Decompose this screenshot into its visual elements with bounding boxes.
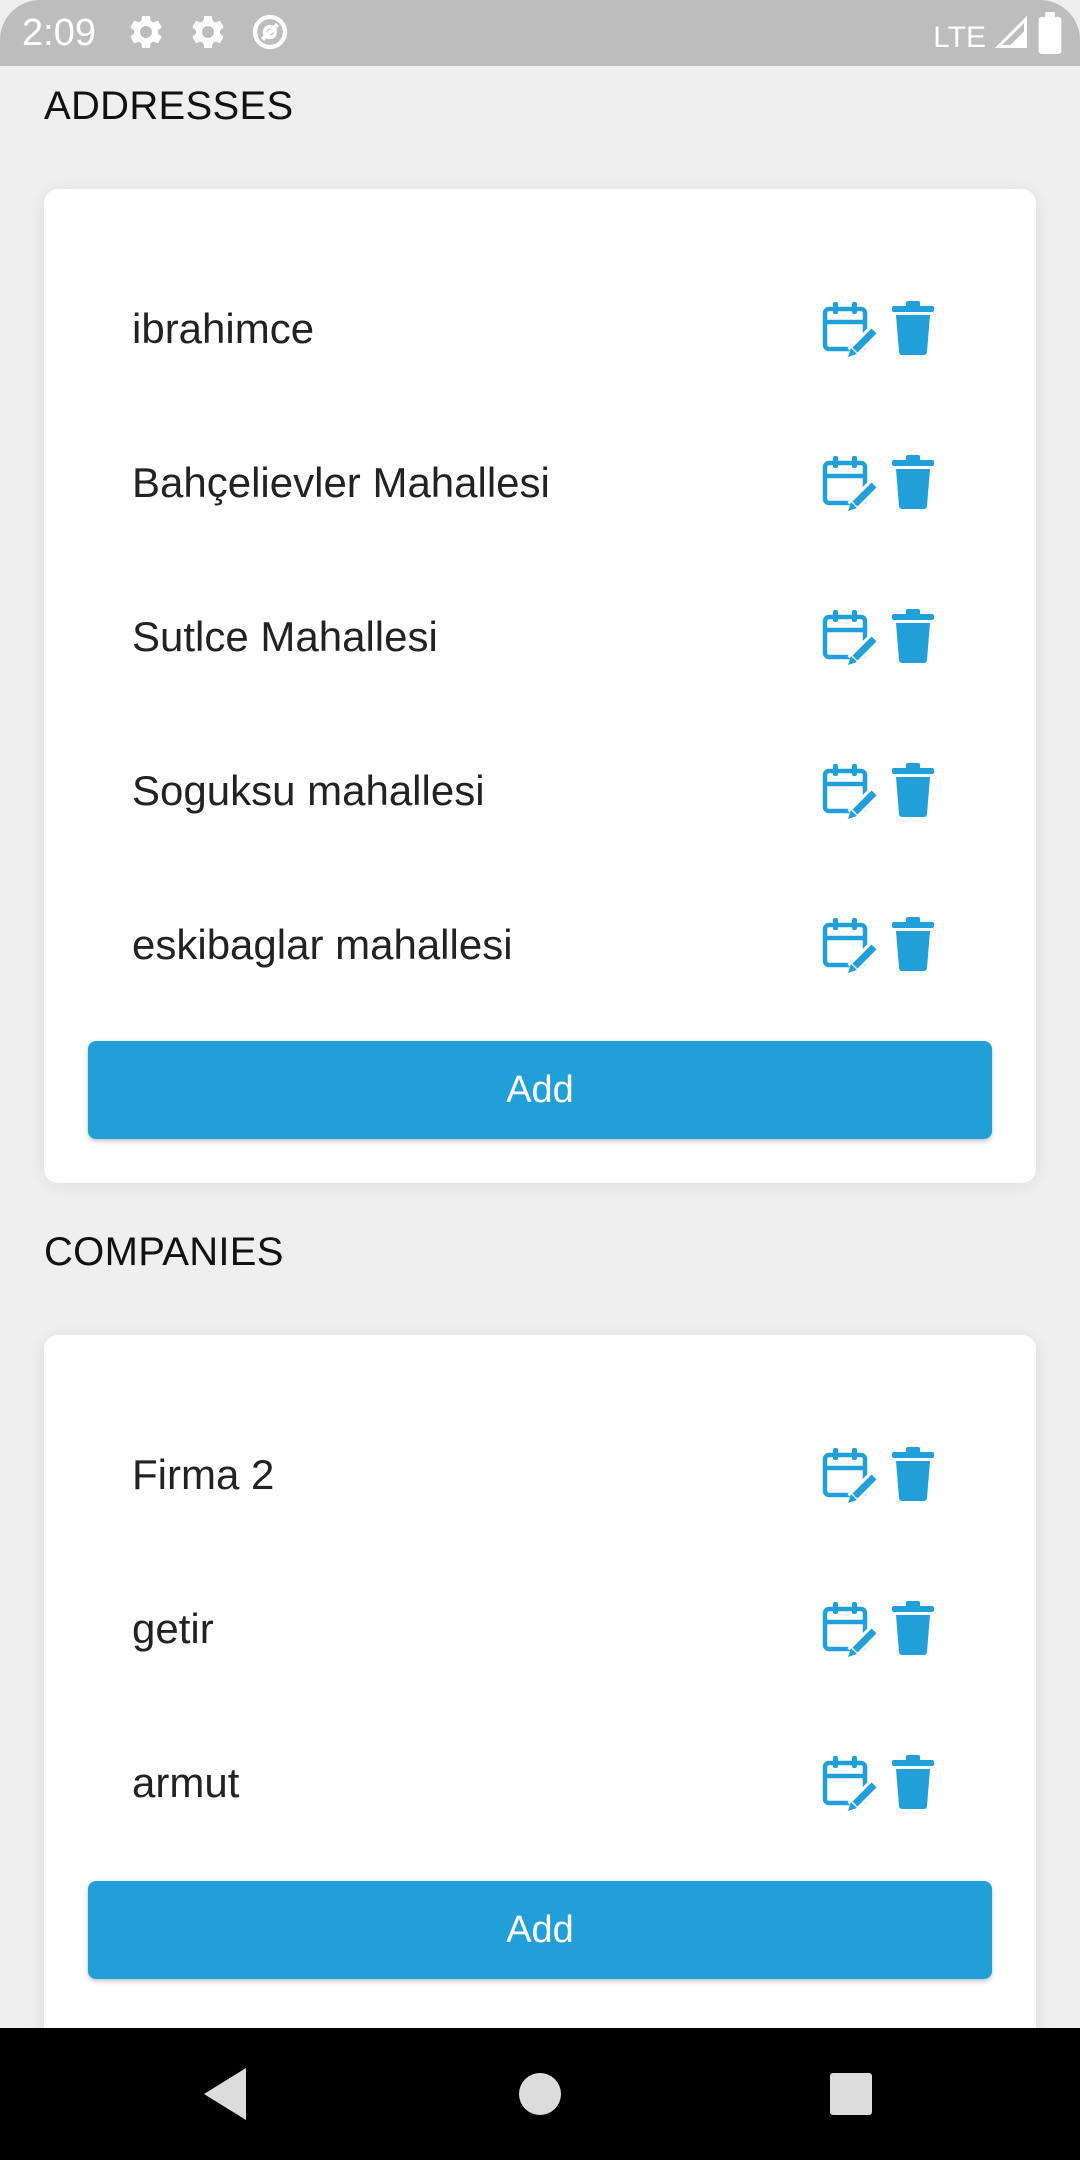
company-list-item[interactable]: getir [44, 1552, 1036, 1706]
home-icon[interactable] [500, 2054, 580, 2134]
trash-icon[interactable] [890, 455, 936, 509]
addresses-card: ibrahimce Bahçelievler Mahallesi Sutlce Ma… [44, 189, 1036, 1183]
calendar-edit-icon[interactable] [820, 1446, 878, 1504]
addresses-title: ADDRESSES [44, 84, 294, 128]
address-name: Bahçelievler Mahallesi [132, 459, 550, 506]
status-bar: 2:09 LTE [0, 0, 1080, 66]
address-name: ibrahimce [132, 305, 315, 352]
calendar-edit-icon[interactable] [820, 916, 878, 974]
companies-title: COMPANIES [44, 1230, 284, 1274]
calendar-edit-icon[interactable] [820, 1600, 878, 1658]
address-list-item[interactable]: Soguksu mahallesi [44, 714, 1036, 868]
calendar-edit-icon[interactable] [820, 608, 878, 666]
screen: 2:09 LTE ADDRESSES ibrahimce Bahçelievle… [0, 0, 1080, 2160]
add-company-button[interactable]: Add [88, 1881, 992, 1979]
data-saver-icon [250, 12, 290, 52]
company-name: getir [132, 1605, 214, 1652]
navigation-bar [0, 2028, 1080, 2160]
trash-icon[interactable] [890, 609, 936, 663]
gear-icon [188, 12, 228, 52]
address-name: eskibaglar mahallesi [132, 921, 513, 968]
signal-icon [994, 15, 1030, 61]
address-list-item[interactable]: ibrahimce [44, 252, 1036, 406]
content[interactable]: ADDRESSES ibrahimce Bahçelievler Mahalles… [0, 66, 1080, 2028]
address-list-item[interactable]: Bahçelievler Mahallesi [44, 406, 1036, 560]
calendar-edit-icon[interactable] [820, 300, 878, 358]
gear-icon [126, 12, 166, 52]
calendar-edit-icon[interactable] [820, 762, 878, 820]
address-list-item[interactable]: eskibaglar mahallesi [44, 868, 1036, 1022]
company-name: Firma 2 [132, 1451, 275, 1498]
company-name: armut [132, 1759, 240, 1806]
address-name: Soguksu mahallesi [132, 767, 485, 814]
trash-icon[interactable] [890, 763, 936, 817]
recents-icon[interactable] [811, 2054, 891, 2134]
calendar-edit-icon[interactable] [820, 1754, 878, 1812]
company-list-item[interactable]: armut [44, 1706, 1036, 1860]
status-time: 2:09 [22, 12, 96, 54]
address-list-item[interactable]: Sutlce Mahallesi [44, 560, 1036, 714]
add-address-button[interactable]: Add [88, 1041, 992, 1139]
network-type: LTE [933, 21, 986, 54]
companies-card: Firma 2 getir armut Add [44, 1335, 1036, 2028]
company-list-item[interactable]: Firma 2 [44, 1398, 1036, 1552]
back-icon[interactable] [186, 2054, 266, 2134]
trash-icon[interactable] [890, 1601, 936, 1655]
trash-icon[interactable] [890, 917, 936, 971]
address-name: Sutlce Mahallesi [132, 613, 438, 660]
status-right: LTE [933, 12, 1062, 64]
battery-icon [1038, 12, 1062, 64]
trash-icon[interactable] [890, 1447, 936, 1501]
trash-icon[interactable] [890, 301, 936, 355]
status-notification-icons [126, 12, 290, 52]
trash-icon[interactable] [890, 1755, 936, 1809]
calendar-edit-icon[interactable] [820, 454, 878, 512]
